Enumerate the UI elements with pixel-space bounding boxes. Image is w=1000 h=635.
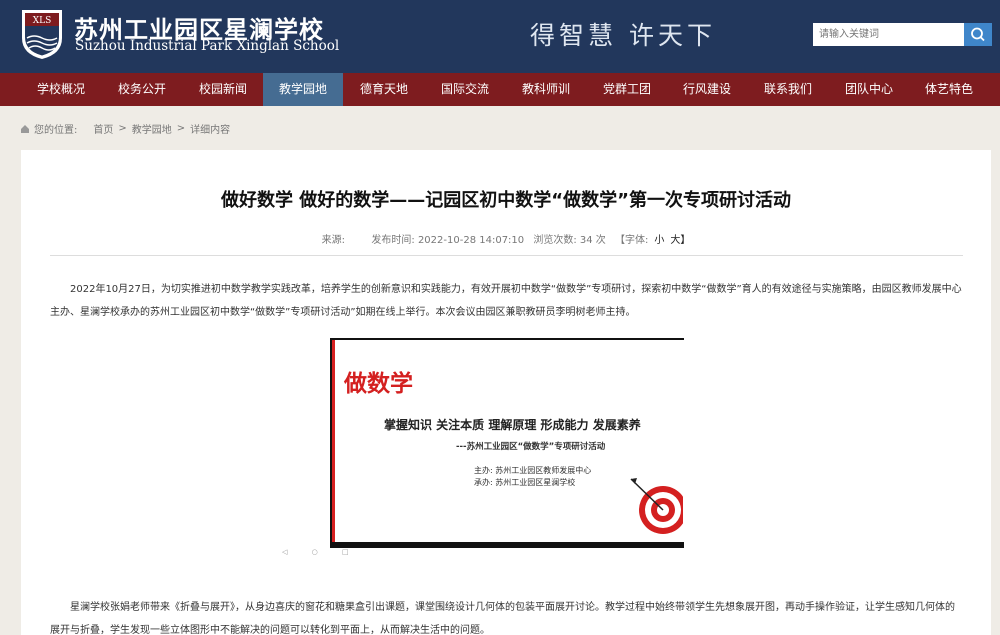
article-title: 做好数学 做好的数学——记园区初中数学“做数学”第一次专项研讨活动 bbox=[221, 190, 791, 211]
nav-item-school-overview[interactable]: 学校概况 bbox=[21, 73, 101, 106]
school-name-english: Suzhou Industrial Park Xinglan School bbox=[75, 38, 340, 54]
search-input[interactable] bbox=[813, 23, 964, 46]
title-divider bbox=[50, 255, 963, 256]
nav-item-affairs[interactable]: 校务公开 bbox=[102, 73, 182, 106]
article-meta: 来源: 发布时间: 2022-10-28 14:07:10 浏览次数: 34 次… bbox=[21, 231, 991, 246]
site-header: XLS 苏州工业园区星澜学校 Suzhou Industrial Park Xi… bbox=[0, 0, 1000, 73]
search-button[interactable] bbox=[964, 23, 992, 46]
nav-item-international[interactable]: 国际交流 bbox=[425, 73, 505, 106]
breadcrumb-current: 详细内容 bbox=[190, 125, 231, 136]
slide-host: 主办: 苏州工业园区教师发展中心 bbox=[474, 466, 592, 475]
article-view-count: 浏览次数: 34 次 bbox=[533, 235, 606, 246]
slide-title: 做数学 bbox=[344, 371, 413, 397]
font-small-link[interactable]: 小 bbox=[654, 235, 664, 246]
location-home-icon bbox=[21, 124, 29, 133]
slide-subtitle: ---苏州工业园区“做数学”专项研讨活动 bbox=[456, 442, 606, 452]
nav-item-conduct[interactable]: 行风建设 bbox=[667, 73, 747, 106]
slide-motto: 掌握知识 关注本质 理解原理 形成能力 发展素养 bbox=[384, 418, 641, 432]
article-publish-time: 发布时间: 2022-10-28 14:07:10 bbox=[371, 235, 525, 246]
font-large-link[interactable]: 大】 bbox=[670, 235, 690, 246]
slide-accent-bar bbox=[332, 340, 335, 542]
search-icon bbox=[971, 27, 985, 42]
slide-organizer: 承办: 苏州工业园区星澜学校 bbox=[474, 478, 576, 487]
font-size-label: 【字体: bbox=[614, 235, 649, 246]
article-paragraph: 星澜学校张娟老师带来《折叠与展开》，从身边喜庆的窗花和糖果盒引出课题，课堂围绕设… bbox=[50, 602, 955, 635]
school-shield-logo[interactable]: XLS bbox=[20, 8, 64, 60]
nav-item-teaching[interactable]: 教学园地 bbox=[263, 73, 343, 106]
svg-text:XLS: XLS bbox=[33, 16, 52, 26]
nav-item-research-training[interactable]: 教科师训 bbox=[506, 73, 586, 106]
slide-controls[interactable]: ◁ ○ □ bbox=[282, 548, 360, 556]
article-panel: 做好数学 做好的数学——记园区初中数学“做数学”第一次专项研讨活动 来源: 发布… bbox=[21, 150, 991, 635]
breadcrumb: 您的位置: 首页 > 教学园地 > 详细内容 bbox=[20, 121, 230, 136]
nav-item-arts-sports[interactable]: 体艺特色 bbox=[909, 73, 989, 106]
school-slogan: 得智慧 许天下 bbox=[530, 21, 716, 50]
main-nav: 学校概况 校务公开 校园新闻 教学园地 德育天地 国际交流 教科师训 党群工团 … bbox=[0, 73, 1000, 106]
article-paragraph: 2022年10月27日，为切实推进初中数学教学实践改革，培养学生的创新意识和实践… bbox=[50, 284, 962, 318]
target-icon bbox=[630, 478, 683, 534]
breadcrumb-separator: > bbox=[176, 123, 186, 134]
nav-item-party[interactable]: 党群工团 bbox=[587, 73, 667, 106]
article-slide-image: 做数学 掌握知识 关注本质 理解原理 形成能力 发展素养 ---苏州工业园区“做… bbox=[330, 338, 684, 548]
nav-item-team-center[interactable]: 团队中心 bbox=[829, 73, 909, 106]
nav-item-contact[interactable]: 联系我们 bbox=[748, 73, 828, 106]
breadcrumb-label: 您的位置: bbox=[34, 125, 78, 136]
breadcrumb-home[interactable]: 首页 bbox=[93, 121, 113, 136]
breadcrumb-teaching[interactable]: 教学园地 bbox=[132, 121, 172, 136]
breadcrumb-separator: > bbox=[118, 123, 127, 134]
nav-item-moral-education[interactable]: 德育天地 bbox=[344, 73, 424, 106]
nav-item-campus-news[interactable]: 校园新闻 bbox=[183, 73, 263, 106]
article-source: 来源: bbox=[321, 235, 346, 246]
